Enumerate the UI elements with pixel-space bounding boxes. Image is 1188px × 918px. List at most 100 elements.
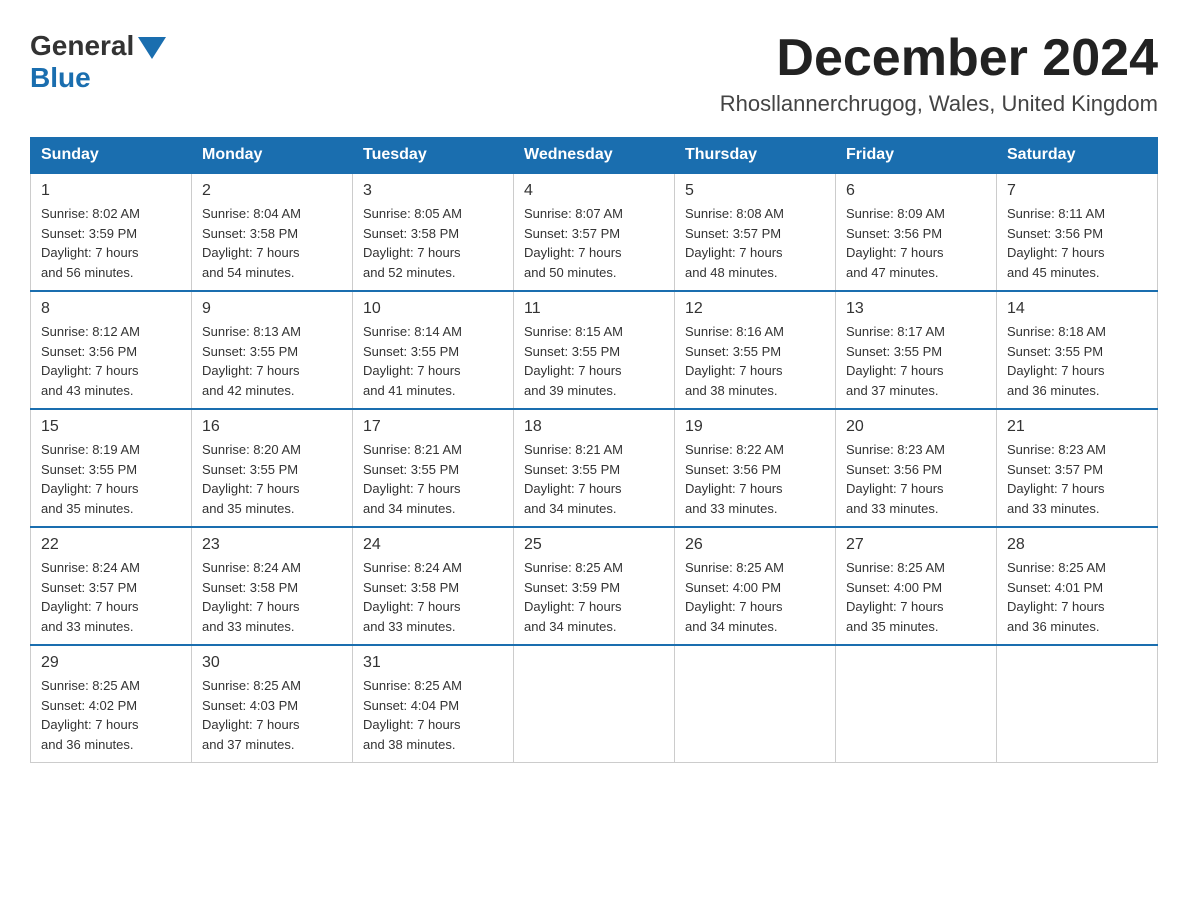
calendar-cell: 21 Sunrise: 8:23 AMSunset: 3:57 PMDaylig… <box>997 409 1158 527</box>
calendar-cell <box>675 645 836 763</box>
calendar-cell: 7 Sunrise: 8:11 AMSunset: 3:56 PMDayligh… <box>997 173 1158 291</box>
day-info: Sunrise: 8:24 AMSunset: 3:58 PMDaylight:… <box>363 558 503 636</box>
calendar-cell: 24 Sunrise: 8:24 AMSunset: 3:58 PMDaylig… <box>353 527 514 645</box>
day-info: Sunrise: 8:16 AMSunset: 3:55 PMDaylight:… <box>685 322 825 400</box>
day-info: Sunrise: 8:11 AMSunset: 3:56 PMDaylight:… <box>1007 204 1147 282</box>
day-info: Sunrise: 8:14 AMSunset: 3:55 PMDaylight:… <box>363 322 503 400</box>
day-number: 8 <box>41 300 181 318</box>
day-number: 1 <box>41 182 181 200</box>
day-info: Sunrise: 8:25 AMSunset: 4:02 PMDaylight:… <box>41 676 181 754</box>
day-info: Sunrise: 8:20 AMSunset: 3:55 PMDaylight:… <box>202 440 342 518</box>
day-number: 2 <box>202 182 342 200</box>
day-info: Sunrise: 8:25 AMSunset: 4:00 PMDaylight:… <box>846 558 986 636</box>
day-number: 20 <box>846 418 986 436</box>
day-info: Sunrise: 8:02 AMSunset: 3:59 PMDaylight:… <box>41 204 181 282</box>
day-info: Sunrise: 8:21 AMSunset: 3:55 PMDaylight:… <box>363 440 503 518</box>
day-info: Sunrise: 8:07 AMSunset: 3:57 PMDaylight:… <box>524 204 664 282</box>
day-number: 27 <box>846 536 986 554</box>
calendar-cell: 9 Sunrise: 8:13 AMSunset: 3:55 PMDayligh… <box>192 291 353 409</box>
calendar-cell: 13 Sunrise: 8:17 AMSunset: 3:55 PMDaylig… <box>836 291 997 409</box>
logo-blue-text: Blue <box>30 62 91 94</box>
day-number: 25 <box>524 536 664 554</box>
logo-triangle-icon <box>138 37 166 59</box>
day-info: Sunrise: 8:22 AMSunset: 3:56 PMDaylight:… <box>685 440 825 518</box>
day-number: 24 <box>363 536 503 554</box>
day-info: Sunrise: 8:19 AMSunset: 3:55 PMDaylight:… <box>41 440 181 518</box>
week-row-5: 29 Sunrise: 8:25 AMSunset: 4:02 PMDaylig… <box>31 645 1158 763</box>
day-info: Sunrise: 8:24 AMSunset: 3:58 PMDaylight:… <box>202 558 342 636</box>
calendar-cell: 18 Sunrise: 8:21 AMSunset: 3:55 PMDaylig… <box>514 409 675 527</box>
weekday-header-wednesday: Wednesday <box>514 138 675 174</box>
calendar-cell: 1 Sunrise: 8:02 AMSunset: 3:59 PMDayligh… <box>31 173 192 291</box>
day-number: 19 <box>685 418 825 436</box>
day-info: Sunrise: 8:05 AMSunset: 3:58 PMDaylight:… <box>363 204 503 282</box>
day-number: 17 <box>363 418 503 436</box>
day-number: 23 <box>202 536 342 554</box>
day-number: 29 <box>41 654 181 672</box>
day-number: 6 <box>846 182 986 200</box>
day-info: Sunrise: 8:08 AMSunset: 3:57 PMDaylight:… <box>685 204 825 282</box>
weekday-header-sunday: Sunday <box>31 138 192 174</box>
week-row-1: 1 Sunrise: 8:02 AMSunset: 3:59 PMDayligh… <box>31 173 1158 291</box>
calendar-cell: 4 Sunrise: 8:07 AMSunset: 3:57 PMDayligh… <box>514 173 675 291</box>
calendar-cell: 30 Sunrise: 8:25 AMSunset: 4:03 PMDaylig… <box>192 645 353 763</box>
day-info: Sunrise: 8:12 AMSunset: 3:56 PMDaylight:… <box>41 322 181 400</box>
calendar-cell: 16 Sunrise: 8:20 AMSunset: 3:55 PMDaylig… <box>192 409 353 527</box>
logo: General Blue <box>30 30 166 94</box>
day-info: Sunrise: 8:25 AMSunset: 3:59 PMDaylight:… <box>524 558 664 636</box>
day-number: 31 <box>363 654 503 672</box>
calendar-cell: 26 Sunrise: 8:25 AMSunset: 4:00 PMDaylig… <box>675 527 836 645</box>
week-row-2: 8 Sunrise: 8:12 AMSunset: 3:56 PMDayligh… <box>31 291 1158 409</box>
month-title: December 2024 <box>720 30 1158 87</box>
day-info: Sunrise: 8:13 AMSunset: 3:55 PMDaylight:… <box>202 322 342 400</box>
day-number: 26 <box>685 536 825 554</box>
day-info: Sunrise: 8:25 AMSunset: 4:00 PMDaylight:… <box>685 558 825 636</box>
calendar-cell: 12 Sunrise: 8:16 AMSunset: 3:55 PMDaylig… <box>675 291 836 409</box>
calendar-cell: 2 Sunrise: 8:04 AMSunset: 3:58 PMDayligh… <box>192 173 353 291</box>
day-number: 11 <box>524 300 664 318</box>
day-info: Sunrise: 8:24 AMSunset: 3:57 PMDaylight:… <box>41 558 181 636</box>
calendar-cell: 8 Sunrise: 8:12 AMSunset: 3:56 PMDayligh… <box>31 291 192 409</box>
calendar-cell: 23 Sunrise: 8:24 AMSunset: 3:58 PMDaylig… <box>192 527 353 645</box>
day-number: 7 <box>1007 182 1147 200</box>
calendar-cell: 14 Sunrise: 8:18 AMSunset: 3:55 PMDaylig… <box>997 291 1158 409</box>
weekday-header-tuesday: Tuesday <box>353 138 514 174</box>
header: General Blue December 2024 Rhosllannerch… <box>30 30 1158 117</box>
calendar-cell: 11 Sunrise: 8:15 AMSunset: 3:55 PMDaylig… <box>514 291 675 409</box>
calendar-cell: 5 Sunrise: 8:08 AMSunset: 3:57 PMDayligh… <box>675 173 836 291</box>
day-number: 5 <box>685 182 825 200</box>
day-number: 21 <box>1007 418 1147 436</box>
day-number: 14 <box>1007 300 1147 318</box>
calendar-table: SundayMondayTuesdayWednesdayThursdayFrid… <box>30 137 1158 763</box>
calendar-cell: 25 Sunrise: 8:25 AMSunset: 3:59 PMDaylig… <box>514 527 675 645</box>
day-info: Sunrise: 8:23 AMSunset: 3:57 PMDaylight:… <box>1007 440 1147 518</box>
day-number: 12 <box>685 300 825 318</box>
weekday-header-saturday: Saturday <box>997 138 1158 174</box>
calendar-cell: 29 Sunrise: 8:25 AMSunset: 4:02 PMDaylig… <box>31 645 192 763</box>
week-row-3: 15 Sunrise: 8:19 AMSunset: 3:55 PMDaylig… <box>31 409 1158 527</box>
day-number: 3 <box>363 182 503 200</box>
day-info: Sunrise: 8:25 AMSunset: 4:04 PMDaylight:… <box>363 676 503 754</box>
calendar-cell: 3 Sunrise: 8:05 AMSunset: 3:58 PMDayligh… <box>353 173 514 291</box>
day-number: 9 <box>202 300 342 318</box>
day-number: 28 <box>1007 536 1147 554</box>
day-info: Sunrise: 8:23 AMSunset: 3:56 PMDaylight:… <box>846 440 986 518</box>
calendar-cell: 10 Sunrise: 8:14 AMSunset: 3:55 PMDaylig… <box>353 291 514 409</box>
day-info: Sunrise: 8:25 AMSunset: 4:03 PMDaylight:… <box>202 676 342 754</box>
day-info: Sunrise: 8:21 AMSunset: 3:55 PMDaylight:… <box>524 440 664 518</box>
calendar-cell: 6 Sunrise: 8:09 AMSunset: 3:56 PMDayligh… <box>836 173 997 291</box>
calendar-cell <box>836 645 997 763</box>
day-info: Sunrise: 8:09 AMSunset: 3:56 PMDaylight:… <box>846 204 986 282</box>
day-number: 22 <box>41 536 181 554</box>
day-info: Sunrise: 8:17 AMSunset: 3:55 PMDaylight:… <box>846 322 986 400</box>
week-row-4: 22 Sunrise: 8:24 AMSunset: 3:57 PMDaylig… <box>31 527 1158 645</box>
day-number: 15 <box>41 418 181 436</box>
calendar-cell <box>514 645 675 763</box>
weekday-header-monday: Monday <box>192 138 353 174</box>
calendar-cell <box>997 645 1158 763</box>
logo-general-text: General <box>30 30 134 62</box>
day-info: Sunrise: 8:15 AMSunset: 3:55 PMDaylight:… <box>524 322 664 400</box>
calendar-cell: 31 Sunrise: 8:25 AMSunset: 4:04 PMDaylig… <box>353 645 514 763</box>
day-number: 13 <box>846 300 986 318</box>
weekday-header-friday: Friday <box>836 138 997 174</box>
